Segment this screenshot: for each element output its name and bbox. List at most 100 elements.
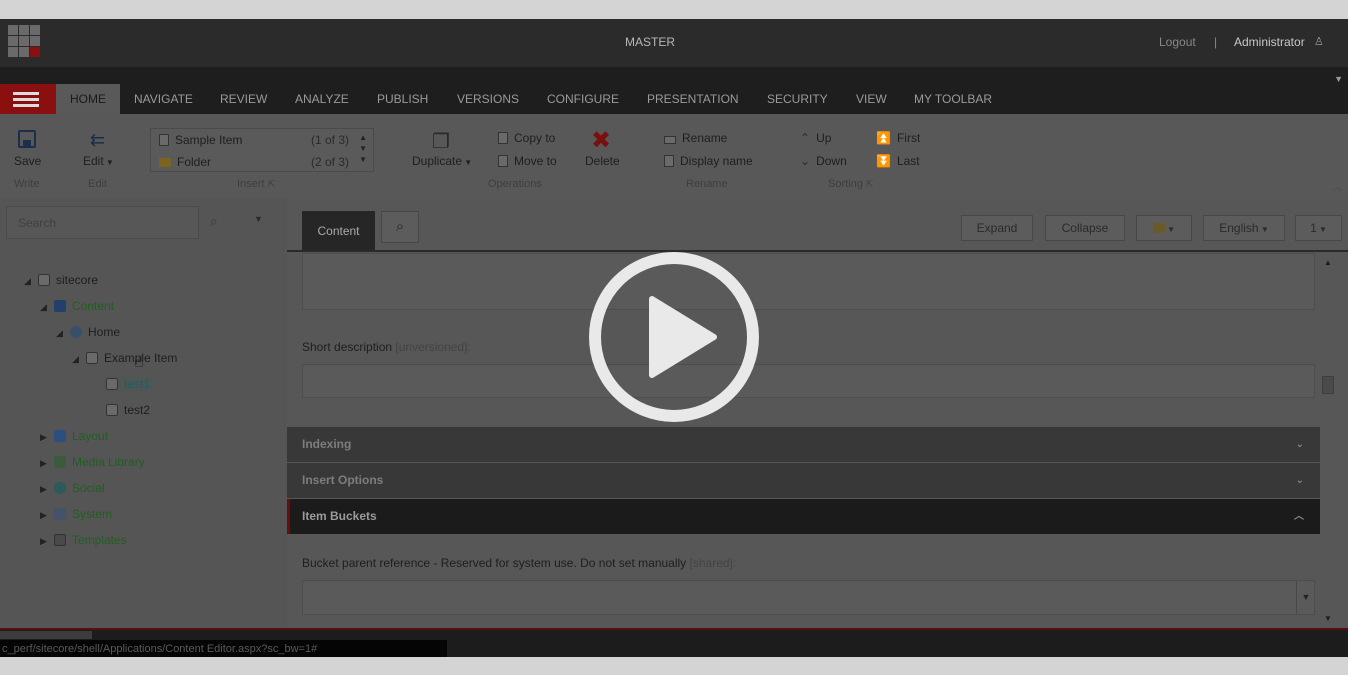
tab-my-toolbar[interactable]: MY TOOLBAR: [900, 84, 1006, 114]
tree-node-example-item[interactable]: ◢ Example Item: [72, 349, 177, 367]
tree-node-content[interactable]: ◢ Content: [40, 297, 114, 315]
collapse-button[interactable]: Collapse: [1045, 215, 1125, 241]
language-dropdown[interactable]: English ▼: [1203, 215, 1285, 241]
chevron-down-icon: ⌄: [1295, 475, 1304, 486]
expand-button[interactable]: Expand: [961, 215, 1033, 241]
folder-icon: [159, 158, 171, 167]
select-caret-icon[interactable]: ▼: [1296, 581, 1315, 614]
first-label: First: [896, 131, 921, 145]
section-insert-options[interactable]: Insert Options ⌄: [287, 463, 1320, 498]
display-name-button[interactable]: Display name: [664, 154, 753, 168]
tree-search-input[interactable]: Search: [6, 206, 199, 239]
collapsed-arrow-icon[interactable]: ▶: [40, 454, 54, 472]
collapsed-arrow-icon[interactable]: ▶: [40, 480, 54, 498]
copy-icon: [498, 132, 508, 144]
field-label-text: Bucket parent reference - Reserved for s…: [302, 556, 687, 570]
text-field-area[interactable]: [302, 253, 1315, 310]
delete-button[interactable]: Delete: [585, 154, 620, 168]
short-description-input[interactable]: [302, 364, 1315, 398]
hand-cursor-icon: ☝: [134, 354, 144, 371]
tree-node-label: test1: [124, 377, 151, 391]
globe-icon: [54, 482, 66, 494]
tree-node-system[interactable]: ▶ System: [40, 505, 112, 523]
duplicate-icon[interactable]: ❐: [432, 129, 450, 154]
hamburger-menu-button[interactable]: [0, 84, 56, 114]
spinner-arrows-icon[interactable]: ▲ ▼ ▼: [359, 132, 367, 165]
tree-node-test1[interactable]: test1: [102, 375, 155, 393]
top-margin: [0, 0, 1348, 19]
move-to-button[interactable]: Move to: [498, 154, 557, 168]
tree-node-home[interactable]: ◢ Home: [56, 323, 120, 341]
tab-content[interactable]: Content: [302, 211, 375, 251]
display-name-icon: [664, 155, 674, 167]
tree-node-templates[interactable]: ▶ Templates: [40, 531, 127, 549]
user-name[interactable]: Administrator: [1234, 35, 1305, 49]
collapsed-arrow-icon[interactable]: ▶: [40, 428, 54, 446]
section-indexing[interactable]: Indexing ⌄: [287, 427, 1320, 462]
tree-node-test2[interactable]: test2: [106, 401, 150, 419]
vertical-scrollbar-thumb[interactable]: [1322, 376, 1334, 394]
tab-analyze[interactable]: ANALYZE: [281, 84, 363, 114]
play-button[interactable]: [588, 251, 760, 423]
tree-node-label: test2: [124, 403, 151, 417]
save-icon[interactable]: [18, 130, 36, 148]
database-name: MASTER: [624, 35, 675, 49]
duplicate-button[interactable]: Duplicate ▼: [412, 154, 472, 168]
sort-first-button[interactable]: ⏫ First: [876, 131, 920, 145]
search-options-caret-icon[interactable]: ▼: [254, 214, 263, 224]
group-rename: Rename: [686, 178, 728, 190]
tree-node-sitecore[interactable]: ◢ sitecore: [24, 271, 98, 289]
collapsed-arrow-icon[interactable]: ▶: [40, 532, 54, 550]
scroll-up-arrow-icon[interactable]: ▲: [1324, 258, 1332, 267]
delete-icon[interactable]: ✖: [591, 126, 611, 155]
section-item-buckets[interactable]: Item Buckets ︿: [287, 499, 1320, 534]
expanded-arrow-icon[interactable]: ◢: [40, 298, 54, 316]
sort-up-button[interactable]: ⌃ Up: [800, 131, 831, 145]
tab-publish[interactable]: PUBLISH: [363, 84, 442, 114]
status-bar: c_perf/sitecore/shell/Applications/Conte…: [0, 628, 1348, 658]
tab-versions[interactable]: VERSIONS: [443, 84, 533, 114]
expanded-arrow-icon[interactable]: ◢: [72, 350, 86, 368]
tree-node-media-library[interactable]: ▶ Media Library: [40, 453, 145, 471]
insert-item-count: (1 of 3): [310, 133, 349, 147]
insert-folder[interactable]: Folder (2 of 3): [159, 152, 359, 172]
copy-to-button[interactable]: Copy to: [498, 131, 555, 145]
view-options-button[interactable]: ▼: [1136, 215, 1192, 241]
expanded-arrow-icon[interactable]: ◢: [24, 272, 38, 290]
search-icon[interactable]: ⌕: [210, 213, 218, 230]
edit-button[interactable]: Edit ▼: [83, 154, 114, 168]
expanded-arrow-icon[interactable]: ◢: [56, 324, 70, 342]
tab-review[interactable]: REVIEW: [206, 84, 281, 114]
save-button[interactable]: Save: [14, 154, 41, 168]
bucket-parent-select[interactable]: [302, 580, 1315, 615]
field-tag: [unversioned]:: [395, 340, 471, 354]
chevron-down-icon: ⌄: [800, 154, 811, 168]
scroll-down-arrow-icon[interactable]: ▼: [1324, 614, 1332, 623]
logout-link[interactable]: Logout: [1159, 35, 1196, 49]
ribbon-collapse-icon[interactable]: ︿: [1333, 180, 1342, 193]
search-icon[interactable]: ⌕: [381, 211, 419, 243]
tree-node-social[interactable]: ▶ Social: [40, 479, 105, 497]
content-editor-panel: Content ⌕ Expand Collapse ▼ English ▼ 1 …: [287, 198, 1348, 628]
group-write: Write: [14, 178, 40, 190]
rename-button[interactable]: Rename: [664, 131, 727, 145]
sort-last-button[interactable]: ⏬ Last: [876, 154, 920, 168]
collapsed-arrow-icon[interactable]: ▶: [40, 506, 54, 524]
section-title: Indexing: [302, 437, 352, 451]
tree-node-label: Home: [88, 325, 121, 339]
bottom-margin: [0, 657, 1348, 675]
sort-down-button[interactable]: ⌄ Down: [800, 154, 847, 168]
tab-navigate[interactable]: NAVIGATE: [120, 84, 207, 114]
ribbon-toggle-icon[interactable]: ▼: [1334, 74, 1343, 84]
edit-icon[interactable]: ⇇: [90, 130, 105, 151]
insert-sample-item[interactable]: Sample Item (1 of 3): [159, 130, 359, 150]
tab-configure[interactable]: CONFIGURE: [533, 84, 633, 114]
tab-presentation[interactable]: PRESENTATION: [633, 84, 753, 114]
insert-gallery: Sample Item (1 of 3) Folder (2 of 3) ▲ ▼ ▼: [150, 128, 374, 172]
tree-node-layout[interactable]: ▶ Layout: [40, 427, 108, 445]
version-dropdown[interactable]: 1 ▼: [1295, 215, 1342, 241]
tab-view[interactable]: VIEW: [842, 84, 901, 114]
tab-security[interactable]: SECURITY: [753, 84, 842, 114]
field-label-text: Short description: [302, 340, 393, 354]
tab-home[interactable]: HOME: [56, 84, 120, 114]
